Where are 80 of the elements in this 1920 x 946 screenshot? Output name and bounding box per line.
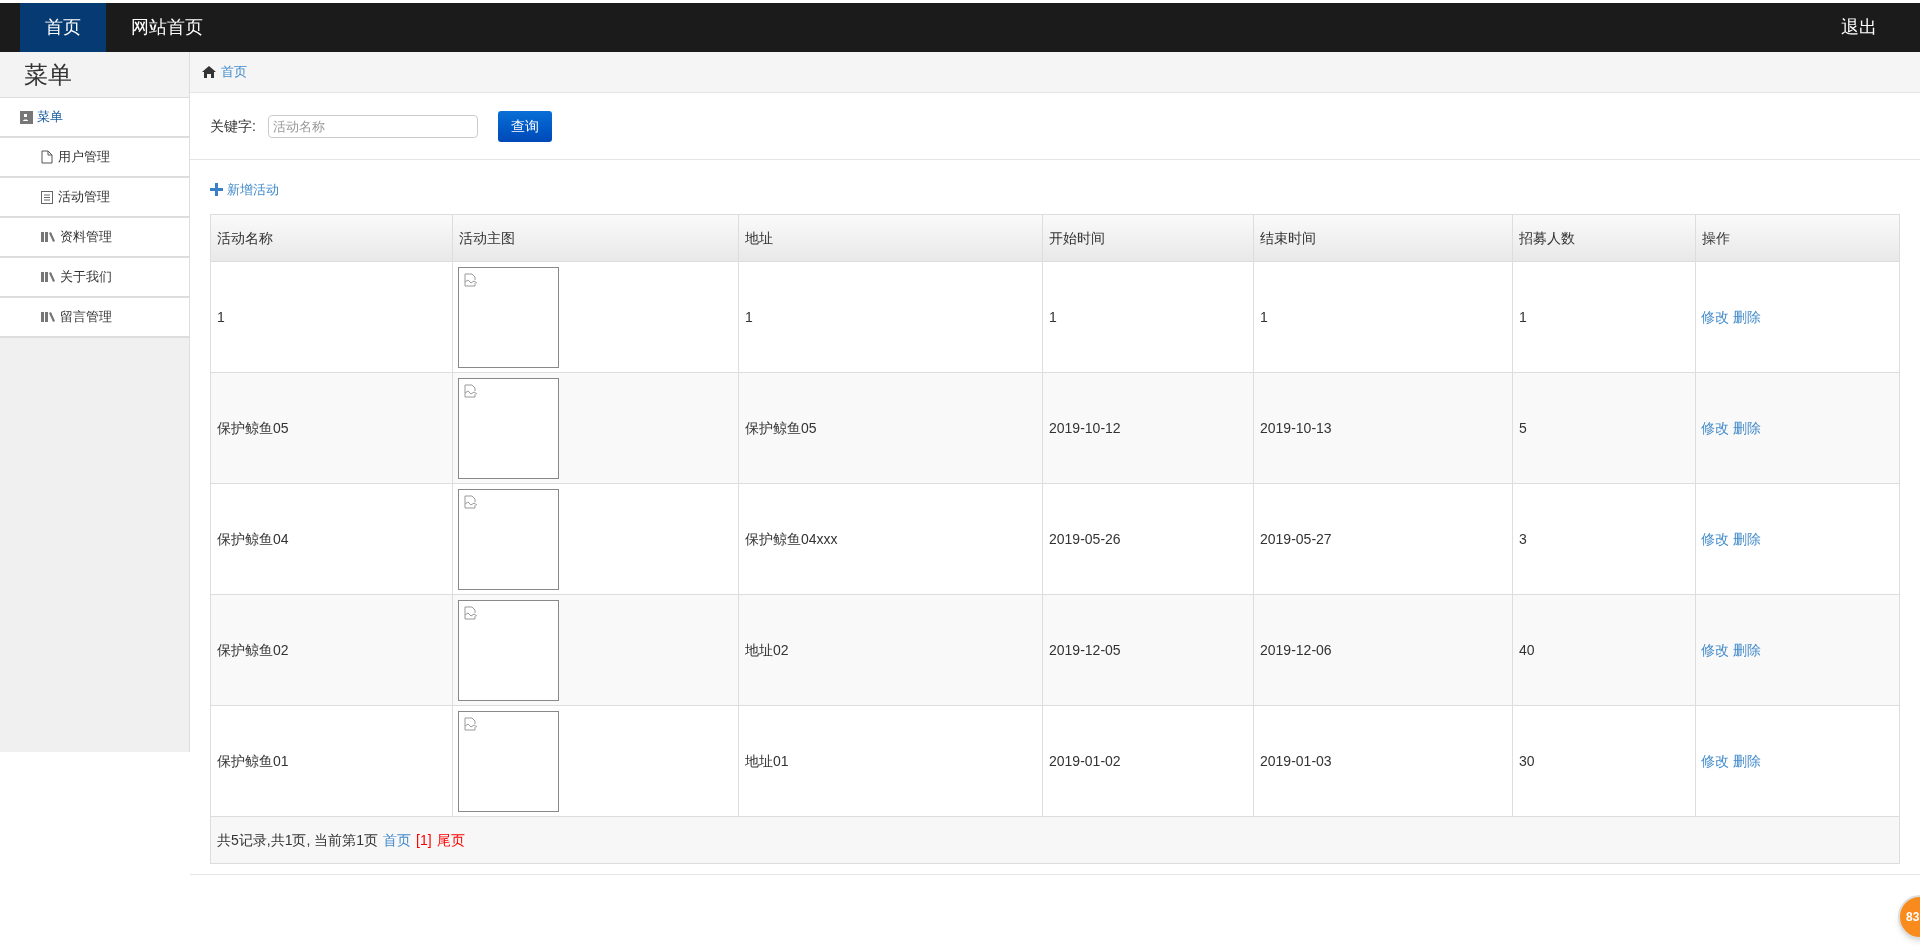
search-button[interactable]: 查询 <box>497 110 552 142</box>
sidebar-section-label: 菜单 <box>37 108 63 127</box>
logout-link[interactable]: 退出 <box>1841 3 1900 52</box>
table-cell: 1 <box>210 261 453 373</box>
add-activity-link[interactable]: 新增活动 <box>210 180 279 200</box>
broken-image-icon <box>464 605 478 620</box>
table-cell: 3 <box>1512 483 1696 595</box>
books-icon <box>41 312 55 322</box>
table-cell: 30 <box>1512 705 1696 817</box>
delete-link[interactable]: 删除 <box>1733 419 1761 436</box>
sidebar-item[interactable]: 资料管理 <box>0 218 189 258</box>
column-header: 结束时间 <box>1253 214 1513 262</box>
home-icon <box>202 66 216 78</box>
edit-link[interactable]: 修改 <box>1701 530 1729 547</box>
sidebar-item[interactable]: 用户管理 <box>0 138 189 178</box>
table-cell: 1 <box>1253 261 1513 373</box>
table-cell: 1 <box>1042 261 1254 373</box>
broken-image-icon <box>464 383 478 398</box>
sidebar-item[interactable]: 关于我们 <box>0 258 189 298</box>
table-cell: 2019-01-02 <box>1042 705 1254 817</box>
sidebar-section[interactable]: 菜单 <box>0 98 189 138</box>
table-cell: 2019-10-12 <box>1042 372 1254 484</box>
nav-tab[interactable]: 网站首页 <box>106 3 228 52</box>
table-cell: 40 <box>1512 594 1696 706</box>
table-cell: 地址01 <box>738 705 1043 817</box>
column-header: 活动名称 <box>210 214 453 262</box>
sidebar-item-label: 用户管理 <box>58 148 110 167</box>
edit-link[interactable]: 修改 <box>1701 419 1729 436</box>
delete-link[interactable]: 删除 <box>1733 752 1761 769</box>
list-icon <box>41 190 53 204</box>
plus-icon <box>210 183 223 197</box>
sidebar-item-label: 关于我们 <box>60 268 112 287</box>
table-cell: 2019-01-03 <box>1253 705 1513 817</box>
breadcrumb-link[interactable]: 首页 <box>221 62 247 82</box>
broken-image-icon <box>464 716 478 731</box>
books-icon <box>41 232 55 242</box>
delete-link[interactable]: 删除 <box>1733 308 1761 325</box>
table-cell: 5 <box>1512 372 1696 484</box>
table-cell: 2019-10-13 <box>1253 372 1513 484</box>
sidebar-item[interactable]: 活动管理 <box>0 178 189 218</box>
delete-link[interactable]: 删除 <box>1733 530 1761 547</box>
column-header: 地址 <box>738 214 1043 262</box>
search-label: 关键字: <box>210 116 256 136</box>
table-cell: 2019-05-26 <box>1042 483 1254 595</box>
contacts-icon <box>20 110 33 124</box>
sidebar-item-label: 活动管理 <box>58 188 110 207</box>
table-cell: 保护鲸鱼02 <box>210 594 453 706</box>
edit-link[interactable]: 修改 <box>1701 641 1729 658</box>
pagination-link[interactable]: [1] <box>416 831 432 848</box>
nav-tab[interactable]: 首页 <box>20 3 106 52</box>
books-icon <box>41 272 55 282</box>
table-cell: 地址02 <box>738 594 1043 706</box>
table-cell: 2019-12-05 <box>1042 594 1254 706</box>
pagination-summary: 共5记录,共1页, 当前第1页 <box>217 831 379 848</box>
broken-image-icon <box>464 272 478 287</box>
sidebar-item-label: 资料管理 <box>60 228 112 247</box>
column-header: 活动主图 <box>452 214 739 262</box>
edit-link[interactable]: 修改 <box>1701 308 1729 325</box>
edit-link[interactable]: 修改 <box>1701 752 1729 769</box>
pagination-link[interactable]: 尾页 <box>436 831 465 848</box>
column-header: 招募人数 <box>1512 214 1696 262</box>
table-cell: 保护鲸鱼04xxx <box>738 483 1043 595</box>
table-cell: 保护鲸鱼04 <box>210 483 453 595</box>
search-field[interactable]: 活动名称 <box>267 114 478 138</box>
notification-badge[interactable]: 83 <box>1898 895 1920 939</box>
table-cell: 2019-05-27 <box>1253 483 1513 595</box>
table-cell: 1 <box>738 261 1043 373</box>
table-cell: 保护鲸鱼05 <box>210 372 453 484</box>
column-header: 开始时间 <box>1042 214 1254 262</box>
sidebar-item-label: 留言管理 <box>60 308 112 327</box>
table-cell: 1 <box>1512 261 1696 373</box>
document-icon <box>41 150 53 164</box>
table-cell: 保护鲸鱼05 <box>738 372 1043 484</box>
table-cell: 保护鲸鱼01 <box>210 705 453 817</box>
delete-link[interactable]: 删除 <box>1733 641 1761 658</box>
column-header: 操作 <box>1695 214 1900 262</box>
broken-image-icon <box>464 494 478 509</box>
sidebar-item[interactable]: 留言管理 <box>0 298 189 338</box>
pagination-link[interactable]: 首页 <box>383 831 412 848</box>
table-cell: 2019-12-06 <box>1253 594 1513 706</box>
